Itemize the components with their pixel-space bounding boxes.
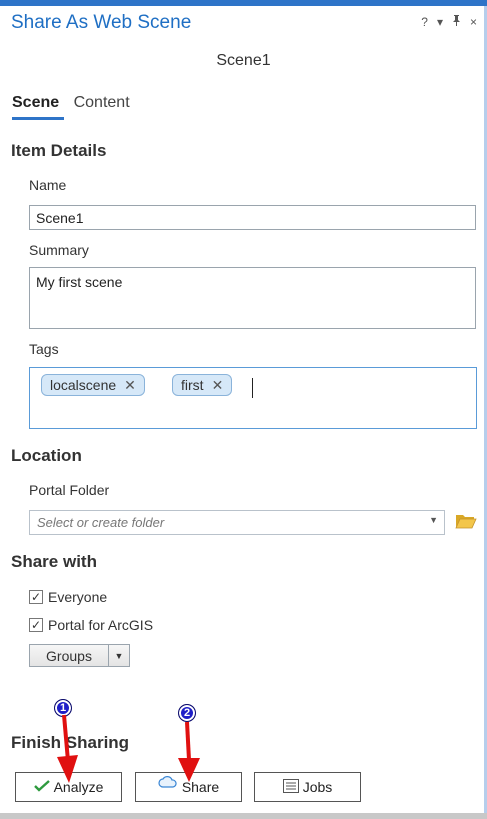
chevron-down-icon[interactable]: ▾: [437, 15, 443, 29]
jobs-list-icon: [282, 778, 299, 796]
scene-name-header: Scene1: [216, 52, 271, 69]
tag-chip: first ✕: [172, 374, 233, 396]
close-icon[interactable]: ×: [470, 15, 477, 29]
portal-label: Portal for ArcGIS: [48, 617, 154, 633]
annotation-arrow-1: [57, 714, 78, 783]
bottom-edge: [0, 813, 487, 819]
everyone-checkbox[interactable]: ✓: [29, 590, 43, 604]
help-icon[interactable]: ?: [421, 15, 428, 29]
everyone-label: Everyone: [48, 589, 108, 605]
jobs-button[interactable]: Jobs: [254, 772, 361, 802]
tag-label: localscene: [50, 377, 117, 393]
annotation-arrow-2: [178, 721, 200, 782]
portal-checkbox[interactable]: ✓: [29, 618, 43, 632]
tag-chip: localscene ✕: [41, 374, 145, 396]
summary-label: Summary: [29, 242, 89, 258]
jobs-label: Jobs: [302, 779, 333, 795]
tab-strip: Scene Content: [12, 94, 140, 112]
location-heading: Location: [11, 446, 82, 465]
pane-title: Share As Web Scene: [11, 12, 192, 33]
window-controls: ? ▾ ×: [421, 15, 477, 29]
summary-field[interactable]: My first scene: [29, 267, 476, 329]
chevron-down-icon[interactable]: ▼: [429, 515, 438, 525]
text-caret: [252, 378, 253, 398]
title-bar: Share As Web Scene ? ▾ ×: [0, 6, 487, 38]
groups-label[interactable]: Groups: [30, 645, 109, 666]
active-tab-underline: [12, 117, 64, 120]
share-with-heading: Share with: [11, 552, 97, 571]
item-details-heading: Item Details: [11, 141, 107, 160]
tag-label: first: [181, 377, 204, 393]
portal-folder-select[interactable]: Select or create folder ▼: [29, 510, 445, 535]
name-field[interactable]: Scene1: [29, 205, 476, 230]
chevron-down-icon[interactable]: ▼: [109, 645, 129, 666]
remove-tag-icon[interactable]: ✕: [124, 377, 136, 394]
folder-icon[interactable]: [455, 513, 477, 534]
groups-dropdown-button[interactable]: Groups ▼: [29, 644, 130, 667]
name-label: Name: [29, 177, 67, 193]
everyone-checkbox-row[interactable]: ✓ Everyone: [29, 589, 107, 605]
pin-icon[interactable]: [452, 15, 461, 29]
tags-label: Tags: [29, 341, 59, 357]
remove-tag-icon[interactable]: ✕: [212, 377, 224, 394]
portal-folder-label: Portal Folder: [29, 482, 110, 498]
tab-content[interactable]: Content: [74, 94, 130, 112]
tab-scene[interactable]: Scene: [12, 94, 59, 112]
portal-folder-placeholder: Select or create folder: [37, 515, 165, 530]
portal-checkbox-row[interactable]: ✓ Portal for ArcGIS: [29, 617, 153, 633]
tags-input[interactable]: localscene ✕ first ✕: [29, 367, 477, 429]
